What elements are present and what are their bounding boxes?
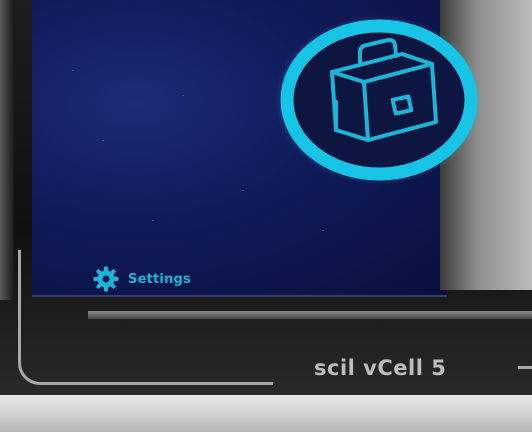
screen-speck	[152, 220, 154, 221]
briefcase-icon	[275, 15, 483, 185]
screen-speck	[102, 140, 104, 141]
bezel-trim-line	[18, 250, 273, 385]
background-wall	[0, 0, 14, 300]
bezel-trim-line-right	[518, 366, 532, 369]
device-brand-label: scil vCell 5	[314, 356, 447, 380]
screen-speck	[72, 70, 74, 71]
photo-scene: Settings scil vCell 5	[0, 0, 532, 432]
screen-speck	[182, 95, 184, 96]
screen-speck	[322, 230, 324, 231]
device-base	[0, 395, 532, 432]
briefcase-menu-button[interactable]	[272, 12, 486, 188]
screen-speck	[242, 190, 244, 191]
